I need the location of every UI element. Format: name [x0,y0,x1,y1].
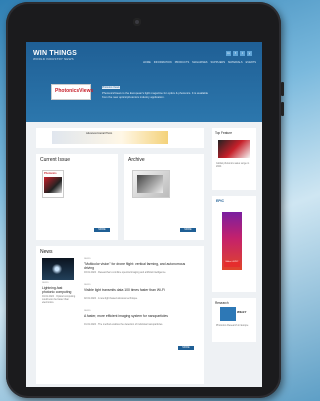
research-cover[interactable] [220,307,236,321]
site-logo[interactable]: WIN THINGS WORLD INDUSTRY NEWS [33,50,77,61]
current-issue-card: Current Issue Photonics MORE [36,154,118,240]
archive-card: Archive MORE [124,154,204,240]
main-nav: HOME INFORMATION PRODUCTS MAGAZINES SUPP… [143,61,256,64]
social-links: in f t y [226,51,252,56]
research-text[interactable]: Photonics Research in Europe [216,324,252,327]
header-banner: WIN THINGS WORLD INDUSTRY NEWS in f t y … [26,42,262,122]
tablet-frame: WIN THINGS WORLD INDUSTRY NEWS in f t y … [6,2,284,398]
twitter-icon[interactable]: t [240,51,245,56]
news-tag: NEWS [84,310,91,312]
news-headline[interactable]: Lightning-fast photonic computing [42,286,76,294]
ad-image: Advanced Aerial Photo [52,131,168,144]
epic-ad-card: EPIC Make it EPIC [212,196,256,292]
issue-more-button[interactable]: MORE [94,228,110,232]
news-snippet: 03.01.2024 · Researchers combine spectra… [84,271,167,274]
news-snippet: 01.01.2024 · The method enables the dete… [84,323,164,326]
magazine-logo-box[interactable]: PhotonicsViews [51,84,94,100]
volume-button [281,102,284,116]
news-snippet: 04.01.2024 · Optical computing could soo… [42,295,76,304]
research-title: Research [215,301,229,305]
make-it-epic-button[interactable]: Make it EPIC [224,261,240,267]
news-card: News NEWS Lightning-fast photonic comput… [36,246,204,384]
feature-text[interactable]: Global photonics sales surge in 2024 [216,162,252,168]
archive-cover-image [137,175,163,193]
news-headline[interactable]: "Multicolor vision" for drone flight: ve… [84,262,194,270]
volume-button [281,82,284,96]
news-headline[interactable]: A faster, more efficient imaging system … [84,314,194,318]
main-content: Advanced Aerial Photo Current Issue Phot… [26,122,262,387]
news-tag: NEWS [84,258,91,260]
feature-image[interactable] [218,140,250,158]
news-snippet: 02.01.2024 · A new light based wireless … [84,297,138,300]
news-tag: NEWS [42,282,49,284]
current-issue-title: Current Issue [40,157,71,163]
nav-item-products[interactable]: PRODUCTS [175,61,190,64]
wiley-logo: WILEY [237,310,247,314]
nav-item-events[interactable]: EVENTS [246,61,256,64]
top-feature-card: Top Feature Global photonics sales surge… [212,128,256,190]
magazine-logo: PhotonicsViews [55,88,94,94]
issue-cover[interactable]: Photonics [42,170,64,198]
magazine-tag: Photonics Views [102,86,120,89]
facebook-icon[interactable]: f [233,51,238,56]
nav-item-magazines[interactable]: MAGAZINES [192,61,207,64]
nav-item-materials[interactable]: MATERIALS [228,61,243,64]
epic-ad[interactable]: Make it EPIC [222,212,242,270]
epic-logo[interactable]: EPIC [216,199,224,203]
news-more-button[interactable]: MORE [178,346,194,350]
research-card: Research WILEY Photonics Research in Eur… [212,298,256,342]
news-headline[interactable]: Visible light transmits data 100 times f… [84,288,194,292]
screen: WIN THINGS WORLD INDUSTRY NEWS in f t y … [26,42,262,387]
news-tag: NEWS [84,284,91,286]
nav-item-home[interactable]: HOME [143,61,151,64]
ad-banner[interactable]: Advanced Aerial Photo [36,128,204,148]
nav-item-suppliers[interactable]: SUPPLIERS [211,61,226,64]
youtube-icon[interactable]: y [247,51,252,56]
nav-item-information[interactable]: INFORMATION [154,61,172,64]
archive-more-button[interactable]: MORE [180,228,196,232]
news-title: News [40,249,53,255]
top-feature-title: Top Feature [215,131,233,135]
camera-icon [133,18,141,26]
banner-text: PhotonicsViews is the European's light m… [102,91,209,99]
archive-title: Archive [128,157,145,163]
cover-image [44,177,62,193]
news-image[interactable] [42,258,74,280]
archive-cover-stack[interactable] [132,170,170,198]
linkedin-icon[interactable]: in [226,51,231,56]
